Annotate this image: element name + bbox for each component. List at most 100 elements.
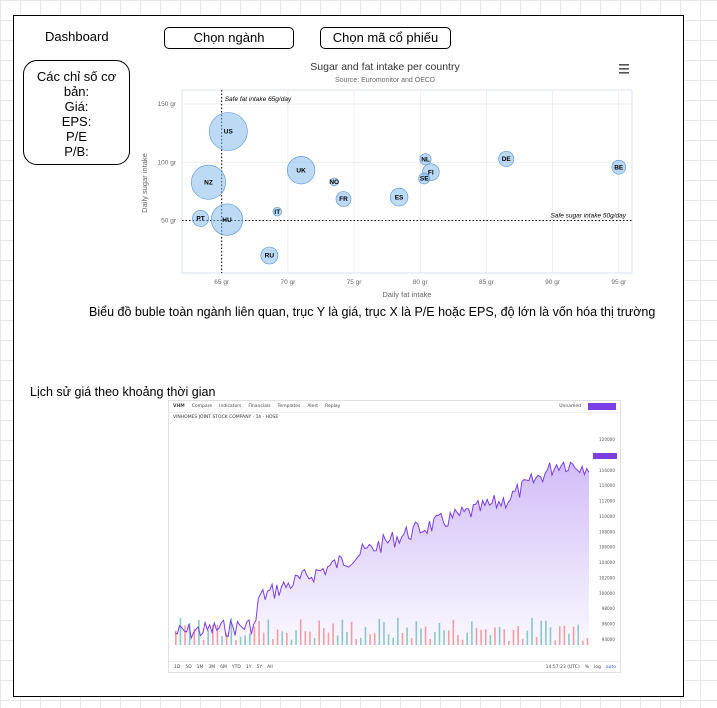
plot-area <box>181 89 633 274</box>
x-tick-label: 65 gr <box>214 279 230 286</box>
timeframe-6m[interactable]: 6M <box>220 665 227 670</box>
bubble-label: UK <box>296 167 306 174</box>
bubble-label: ES <box>395 194 404 201</box>
metric-pb: P/B: <box>64 144 89 159</box>
y-tick-label: 50 gr <box>161 218 177 225</box>
toolbar-templates[interactable]: Templates <box>277 404 300 409</box>
x-tick-label: 80 gr <box>413 279 429 286</box>
timeframe-5y[interactable]: 5Y <box>257 665 263 670</box>
chart-toolbar: VHM Compare Indicators Financials Templa… <box>169 401 620 413</box>
x-axis-label: Daily fat intake <box>382 290 431 299</box>
metric-price: Giá: <box>64 99 89 114</box>
bubble-label: BE <box>614 164 624 171</box>
y-tick-label: 150 gr <box>158 101 177 108</box>
price-axis-label: 98000 <box>602 606 616 611</box>
timeframe-ytd[interactable]: YTD <box>232 665 241 670</box>
price-axis-label: 114000 <box>599 483 615 488</box>
bubble-us[interactable]: US <box>209 112 248 151</box>
timeframe-all[interactable]: All <box>267 665 273 670</box>
bubble-pt[interactable]: PT <box>192 210 209 227</box>
price-plot: 1200001180001160001140001120001100001080… <box>174 437 617 645</box>
bubble-chart-caption: Biểu đồ buble toàn ngành liên quan, trục… <box>89 305 656 319</box>
bubble-label: US <box>224 129 234 136</box>
log-toggle[interactable]: log <box>594 665 601 670</box>
bubble-label: FR <box>339 196 348 203</box>
price-axis-label: 102000 <box>599 575 615 580</box>
price-axis-label: 96000 <box>602 622 616 627</box>
bubble-nz[interactable]: NZ <box>191 164 226 200</box>
bubble-it[interactable]: IT <box>272 207 282 217</box>
bubble-de[interactable]: DE <box>498 150 515 167</box>
bubble-label: NO <box>329 179 339 186</box>
bubble-nl[interactable]: NL <box>419 153 432 166</box>
timeframe-5d[interactable]: 5D <box>185 665 191 670</box>
metric-pe: P/E <box>66 129 87 144</box>
chart-title: Sugar and fat intake per country <box>310 61 460 73</box>
price-axis-label: 100000 <box>599 591 615 596</box>
key-metrics-heading: Các chỉ số cơ bản: <box>36 69 117 99</box>
price-area <box>175 462 589 645</box>
bubble-label: HU <box>222 217 232 224</box>
menu-icon[interactable] <box>619 64 629 74</box>
time-readout: 14:57:23 (UTC) <box>545 664 580 670</box>
price-axis-label: 104000 <box>599 560 615 565</box>
company-legend: VINHOMES JOINT STOCK COMPANY · 1h · HOSE <box>173 415 279 420</box>
price-history-caption: Lịch sử giá theo khoảng thời gian <box>30 385 216 399</box>
x-tick-label: 75 gr <box>347 279 363 286</box>
metric-eps: EPS: <box>61 114 92 129</box>
price-axis-label: 116000 <box>599 468 615 473</box>
toolbar-financials[interactable]: Financials <box>248 404 270 409</box>
bubble-label: IT <box>274 209 280 216</box>
bubble-label: SE <box>420 176 429 183</box>
bubble-uk[interactable]: UK <box>287 156 316 185</box>
key-metrics-panel: Các chỉ số cơ bản: Giá: EPS: P/E P/B: <box>23 60 130 165</box>
layout-name[interactable]: Unnamed <box>559 404 581 409</box>
timeframe-3m[interactable]: 3M <box>208 665 215 670</box>
bubble-label: PT <box>196 216 204 223</box>
price-history-chart[interactable]: VHM Compare Indicators Financials Templa… <box>168 400 621 673</box>
bubble-label: DE <box>502 156 512 163</box>
symbol-label[interactable]: VHM <box>173 404 185 409</box>
bubble-hu[interactable]: HU <box>210 203 244 236</box>
price-axis-label: 112000 <box>599 499 615 504</box>
timeframe-1m[interactable]: 1M <box>197 665 204 670</box>
price-axis-label: 120000 <box>599 437 615 442</box>
stock-select-button[interactable]: Chọn mã cổ phiếu <box>320 27 451 49</box>
y-tick-label: 100 gr <box>158 159 177 166</box>
x-tick-label: 95 gr <box>611 279 627 286</box>
auto-toggle[interactable]: auto <box>606 665 616 670</box>
bubble-es[interactable]: ES <box>389 187 409 207</box>
price-axis-label: 106000 <box>599 545 615 550</box>
bubble-label: NL <box>421 157 430 164</box>
industry-select-button[interactable]: Chọn ngành <box>164 27 294 49</box>
percent-toggle[interactable]: % <box>585 665 589 670</box>
price-axis-label: 108000 <box>599 529 615 534</box>
bubble-no[interactable]: NO <box>329 177 339 187</box>
timeframe-1d[interactable]: 1D <box>174 665 180 670</box>
timeframe-1y[interactable]: 1Y <box>246 665 252 670</box>
x-tick-label: 70 gr <box>280 279 296 286</box>
x-tick-label: 90 gr <box>545 279 561 286</box>
page-title: Dashboard <box>45 29 109 44</box>
price-axis-label: 94000 <box>602 637 616 642</box>
last-price-marker <box>593 453 617 459</box>
publish-button[interactable] <box>588 403 616 410</box>
bubble-label: NZ <box>204 179 213 186</box>
price-axis-label: 110000 <box>599 514 615 519</box>
x-tick-label: 85 gr <box>479 279 495 286</box>
y-axis-label: Daily sugar intake <box>140 153 149 213</box>
bubble-chart: Sugar and fat intake per country Source:… <box>140 61 633 299</box>
toolbar-indicators[interactable]: Indicators <box>219 404 241 409</box>
sugar-plotline-label: Safe sugar intake 50g/day <box>550 213 626 220</box>
bubble-se[interactable]: SE <box>418 172 430 185</box>
toolbar-compare[interactable]: Compare <box>192 404 212 409</box>
bubble-label: RU <box>265 253 275 260</box>
chart-subtitle: Source: Euromonitor and OECD <box>335 77 435 84</box>
bubble-ru[interactable]: RU <box>260 246 279 265</box>
bubble-be[interactable]: BE <box>611 159 627 175</box>
bubble-fr[interactable]: FR <box>335 191 352 207</box>
toolbar-alert[interactable]: Alert <box>307 404 318 409</box>
timeframe-bar: 1D 5D 1M 3M 6M YTD 1Y 5Y All 14:57:23 (UTC) % lo… <box>169 661 620 672</box>
toolbar-replay[interactable]: Replay <box>325 404 340 409</box>
fat-plotline-label: Safe fat intake 65g/day <box>225 96 292 103</box>
